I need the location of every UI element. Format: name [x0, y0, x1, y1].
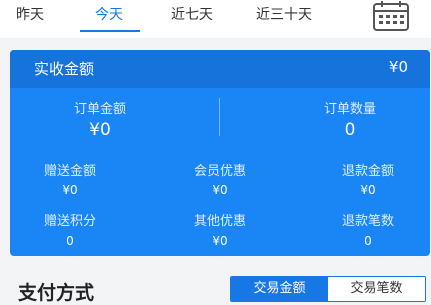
gift-amount-label: 赠送金额: [43, 164, 96, 179]
date-tabbar: 昨天 今天 近七天 近三十天: [0, 0, 431, 38]
gift-points-label: 赠送积分: [43, 214, 96, 229]
tab-today[interactable]: 今天: [84, 4, 134, 26]
calendar-icon-graphic: [373, 1, 409, 31]
gift-amount-value: ¥0: [62, 183, 78, 197]
refund-amount-value: ¥0: [360, 183, 376, 197]
tab-last-7-days[interactable]: 近七天: [162, 4, 222, 26]
active-tab-underline: [80, 30, 140, 32]
transaction-amount-button[interactable]: 交易金额: [231, 277, 328, 301]
revenue-summary-card: 实收金额 ¥0 订单金额 ¥0 订单数量 0 赠送金额 ¥0 会员优惠 ¥0 退…: [10, 50, 430, 256]
order-count-label: 订单数量: [323, 102, 376, 117]
refund-count-value: 0: [364, 234, 372, 248]
gift-points-value: 0: [66, 234, 74, 248]
card-header: 实收金额 ¥0: [10, 50, 430, 88]
other-discount-value: ¥0: [212, 234, 228, 248]
tab-last-30-days[interactable]: 近三十天: [244, 4, 324, 26]
calendar-icon[interactable]: [370, 0, 412, 32]
order-amount-label: 订单金额: [73, 102, 126, 117]
tab-yesterday[interactable]: 昨天: [10, 4, 50, 26]
received-amount-label: 实收金额: [34, 60, 95, 78]
refund-amount-label: 退款金额: [341, 164, 394, 179]
order-count-value: 0: [344, 120, 356, 140]
refund-count-label: 退款笔数: [341, 214, 394, 229]
transaction-count-button[interactable]: 交易笔数: [328, 277, 425, 301]
order-amount-value: ¥0: [89, 120, 111, 140]
payment-metric-toggle: 交易金额 交易笔数: [230, 276, 426, 302]
divider: [219, 98, 220, 136]
member-discount-value: ¥0: [212, 183, 228, 197]
member-discount-label: 会员优惠: [193, 164, 246, 179]
other-discount-label: 其他优惠: [193, 214, 246, 229]
payment-method-title: 支付方式: [18, 282, 95, 304]
received-amount-value: ¥0: [388, 58, 408, 76]
